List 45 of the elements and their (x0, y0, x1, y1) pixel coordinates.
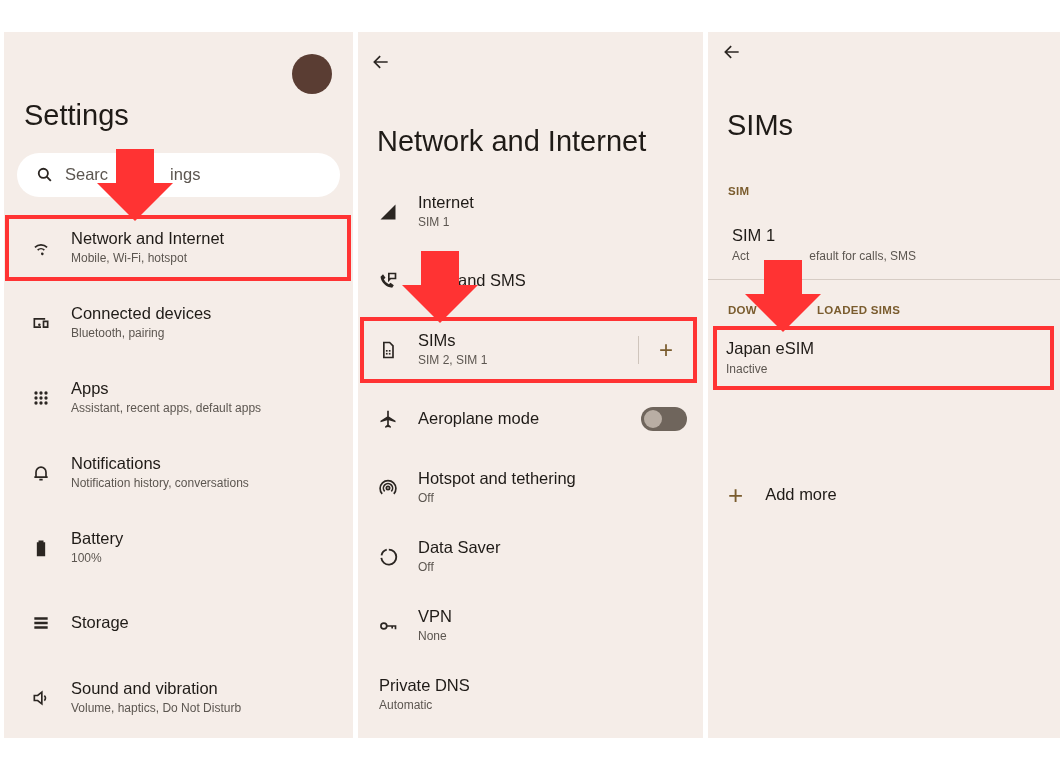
item-title: SIMs (418, 330, 457, 351)
item-title: Storage (71, 612, 129, 633)
item-subtitle: 100% (71, 551, 103, 567)
avatar-circle[interactable] (292, 54, 332, 94)
item-title: Network and Internet (71, 228, 225, 249)
section-header: LOADED SIMS (817, 304, 901, 317)
item-subtitle: Bluetooth, pairing (71, 326, 166, 342)
item-subtitle: None (418, 629, 448, 645)
airplane-icon (378, 408, 398, 429)
item-title: Internet (418, 192, 475, 213)
item-subtitle: Notification history, conversations (71, 476, 249, 492)
item-title: Japan eSIM (726, 339, 815, 359)
section-header: DOW (728, 304, 757, 317)
item-subtitle: SIM 1 (418, 215, 451, 231)
page-title: Settings (23, 98, 130, 133)
item-title: VPN (418, 606, 453, 627)
item-title: Hotspot and tethering (418, 468, 577, 489)
item-subtitle: Assistant, recent apps, default apps (71, 401, 262, 417)
add-more-link[interactable]: Add more (765, 485, 837, 506)
data-saver-icon (378, 546, 398, 567)
item-subtitle: Mobile, Wi-Fi, hotspot (71, 251, 189, 267)
toggle-switch[interactable] (641, 406, 687, 431)
item-title: Private DNS (379, 675, 471, 696)
plus-icon: + (728, 482, 744, 509)
phone-message-icon (378, 270, 398, 291)
item-subtitle: Off (418, 491, 435, 507)
add-button[interactable]: + (649, 331, 683, 368)
item-title: Apps (71, 378, 110, 399)
item-title: Notifications (71, 453, 162, 474)
item-title: Battery (71, 528, 124, 549)
item-subtitle: Off (418, 560, 435, 576)
section-header: SIM (728, 184, 750, 197)
item-subtitle: Automatic (379, 698, 434, 714)
item-title: SIM 1 (732, 225, 777, 246)
item-title: Aeroplane mode (418, 408, 541, 429)
item-title: Data Saver (418, 537, 502, 558)
item-subtitle: Volume, haptics, Do Not Disturb (71, 701, 242, 717)
item-subtitle: efault for calls, SMS (809, 248, 917, 263)
item-subtitle: Act (732, 248, 750, 263)
item-title: Connected devices (71, 303, 212, 324)
page-title: SIMs (726, 108, 795, 143)
item-subtitle: Inactive (726, 361, 768, 376)
page-title: Network and Internet (376, 124, 648, 159)
item-title: Sound and vibration (71, 678, 219, 699)
item-subtitle: SIM 2, SIM 1 (418, 353, 489, 369)
